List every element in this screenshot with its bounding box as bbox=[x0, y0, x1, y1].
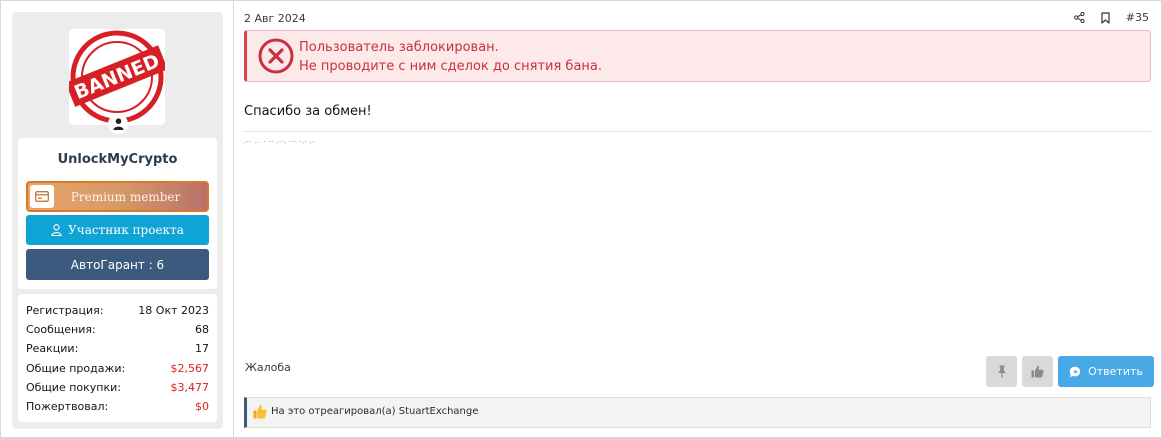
user-outline-icon bbox=[51, 224, 62, 236]
reply-label: Ответить bbox=[1088, 365, 1143, 378]
avatar[interactable]: BANNED bbox=[69, 29, 165, 125]
avatar-user-badge bbox=[108, 114, 128, 134]
stat-label: Общие продажи: bbox=[26, 361, 126, 375]
card-icon bbox=[30, 185, 54, 208]
stat-row: Общие покупки: $3,477 bbox=[26, 378, 209, 397]
stat-value: 17 bbox=[195, 342, 209, 356]
banned-stamp-icon: BANNED bbox=[69, 30, 165, 124]
column-divider bbox=[233, 1, 234, 438]
garant-badge[interactable]: АвтоГарант : 6 bbox=[26, 249, 209, 280]
post-date[interactable]: 2 Авг 2024 bbox=[244, 12, 306, 25]
ban-notice: Пользователь заблокирован. Не проводите … bbox=[244, 30, 1151, 82]
stat-label: Пожертвовал: bbox=[26, 400, 109, 414]
error-circle-icon bbox=[258, 38, 294, 74]
signature: ,-- ... - -- ,--, --- -,- ,- bbox=[244, 138, 315, 145]
stat-label: Общие покупки: bbox=[26, 380, 121, 394]
user-sidebar: BANNED UnlockMyCrypto Premium member Уча… bbox=[12, 12, 223, 429]
reply-button[interactable]: Ответить bbox=[1058, 356, 1154, 387]
stat-row: Реакции: 17 bbox=[26, 339, 209, 358]
pin-button[interactable] bbox=[986, 356, 1017, 387]
like-button[interactable] bbox=[1022, 356, 1053, 387]
premium-label: Premium member bbox=[70, 189, 181, 204]
username[interactable]: UnlockMyCrypto bbox=[18, 152, 217, 167]
post-container: BANNED UnlockMyCrypto Premium member Уча… bbox=[0, 0, 1162, 438]
report-link[interactable]: Жалоба bbox=[245, 361, 291, 374]
stat-value: $2,567 bbox=[170, 361, 210, 375]
reactions-bar[interactable]: На это отреагировал(а) StuartExchange bbox=[244, 397, 1151, 428]
post-number[interactable]: #35 bbox=[1126, 11, 1149, 24]
garant-label: АвтоГарант : 6 bbox=[70, 257, 165, 272]
ban-message: Пользователь заблокирован. Не проводите … bbox=[299, 38, 602, 76]
stat-row: Общие продажи: $2,567 bbox=[26, 359, 209, 378]
user-card: UnlockMyCrypto Premium member Участник п… bbox=[18, 138, 217, 289]
stat-value: $0 bbox=[195, 400, 209, 414]
stat-value: 18 Окт 2023 bbox=[138, 304, 209, 318]
member-label: Участник проекта bbox=[68, 223, 184, 237]
stat-row: Сообщения: 68 bbox=[26, 320, 209, 339]
signature-divider bbox=[244, 131, 1151, 132]
stat-label: Реакции: bbox=[26, 342, 79, 356]
stat-value: $3,477 bbox=[170, 380, 210, 394]
bookmark-icon[interactable] bbox=[1100, 11, 1112, 24]
member-badge: Участник проекта bbox=[26, 215, 209, 245]
stat-row: Пожертвовал: $0 bbox=[26, 397, 209, 416]
share-icon[interactable] bbox=[1074, 11, 1086, 24]
reply-icon bbox=[1069, 366, 1081, 377]
user-icon bbox=[113, 118, 123, 130]
stat-value: 68 bbox=[195, 323, 209, 337]
stat-label: Сообщения: bbox=[26, 323, 96, 337]
ban-line-2: Не проводите с ним сделок до снятия бана… bbox=[299, 59, 603, 74]
premium-member-badge: Premium member bbox=[26, 181, 209, 212]
thumbs-up-emoji-icon bbox=[253, 404, 267, 423]
reactions-text[interactable]: На это отреагировал(а) StuartExchange bbox=[271, 406, 478, 417]
pin-icon bbox=[997, 365, 1006, 378]
stat-label: Регистрация: bbox=[26, 304, 104, 318]
ban-line-1: Пользователь заблокирован. bbox=[299, 40, 499, 55]
like-icon bbox=[1031, 365, 1044, 378]
stat-row: Регистрация: 18 Окт 2023 bbox=[26, 301, 209, 320]
user-stats: Регистрация: 18 Окт 2023 Сообщения: 68 Р… bbox=[18, 294, 217, 422]
post-actions: #35 bbox=[1074, 11, 1149, 24]
post-message: Спасибо за обмен! bbox=[244, 104, 372, 119]
